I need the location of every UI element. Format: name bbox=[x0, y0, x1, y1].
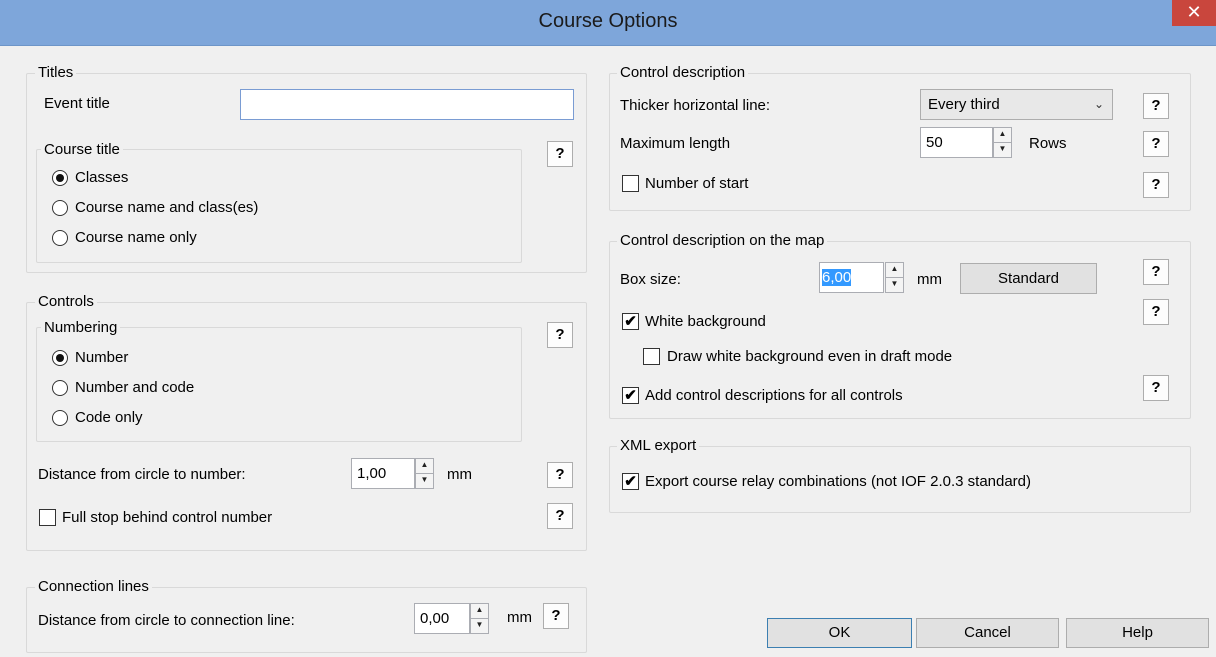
white-background-checkbox[interactable]: ✔ bbox=[622, 313, 639, 330]
course-title-name-and-classes-radio[interactable] bbox=[52, 200, 68, 216]
box-size-help-button[interactable]: ? bbox=[1143, 259, 1169, 285]
event-title-label: Event title bbox=[44, 95, 110, 112]
connection-distance-unit: mm bbox=[507, 609, 532, 626]
connection-distance-spinner[interactable]: ▲ ▼ bbox=[470, 603, 489, 634]
all-controls-checkbox[interactable]: ✔ bbox=[622, 387, 639, 404]
relay-combinations-label[interactable]: Export course relay combinations (not IO… bbox=[645, 473, 1031, 490]
number-of-start-checkbox[interactable] bbox=[622, 175, 639, 192]
distance-to-number-input[interactable]: 1,00 bbox=[351, 458, 415, 489]
full-stop-checkbox[interactable] bbox=[39, 509, 56, 526]
window-title: Course Options bbox=[538, 10, 678, 32]
xml-export-legend: XML export bbox=[617, 437, 700, 454]
max-length-spinner[interactable]: ▲ ▼ bbox=[993, 127, 1012, 158]
all-controls-label[interactable]: Add control descriptions for all control… bbox=[645, 387, 903, 404]
spin-up-icon[interactable]: ▲ bbox=[471, 604, 488, 619]
max-length-label: Maximum length bbox=[620, 135, 731, 152]
thicker-line-help-button[interactable]: ? bbox=[1143, 93, 1169, 119]
numbering-number-and-code-radio[interactable] bbox=[52, 380, 68, 396]
thicker-line-select[interactable]: Every third ⌄ bbox=[920, 89, 1113, 120]
control-description-legend: Control description bbox=[617, 64, 749, 81]
course-title-name-only-radio[interactable] bbox=[52, 230, 68, 246]
distance-to-number-label: Distance from circle to number: bbox=[38, 466, 246, 483]
controls-legend: Controls bbox=[35, 293, 97, 310]
ok-button[interactable]: OK bbox=[767, 618, 912, 648]
course-title-classes-radio[interactable] bbox=[52, 170, 68, 186]
full-stop-label[interactable]: Full stop behind control number bbox=[62, 509, 272, 526]
spin-up-icon[interactable]: ▲ bbox=[416, 459, 433, 474]
thicker-line-value: Every third bbox=[928, 96, 1000, 113]
number-of-start-help-button[interactable]: ? bbox=[1143, 172, 1169, 198]
draft-mode-label[interactable]: Draw white background even in draft mode bbox=[667, 348, 952, 365]
connection-distance-label: Distance from circle to connection line: bbox=[38, 612, 295, 629]
box-size-spinner[interactable]: ▲ ▼ bbox=[885, 262, 904, 293]
white-background-help-button[interactable]: ? bbox=[1143, 299, 1169, 325]
numbering-number-label[interactable]: Number bbox=[75, 349, 128, 366]
distance-to-number-spinner[interactable]: ▲ ▼ bbox=[415, 458, 434, 489]
box-size-label: Box size: bbox=[620, 271, 681, 288]
help-button[interactable]: Help bbox=[1066, 618, 1209, 648]
spin-down-icon[interactable]: ▼ bbox=[416, 474, 433, 489]
course-title-help-button[interactable]: ? bbox=[547, 141, 573, 167]
course-title-name-and-classes-label[interactable]: Course name and class(es) bbox=[75, 199, 258, 216]
description-on-map-legend: Control description on the map bbox=[617, 232, 828, 249]
box-size-input[interactable]: 6,00 bbox=[819, 262, 884, 293]
white-background-label[interactable]: White background bbox=[645, 313, 766, 330]
course-title-name-only-label[interactable]: Course name only bbox=[75, 229, 197, 246]
connection-distance-input[interactable]: 0,00 bbox=[414, 603, 470, 634]
full-stop-help-button[interactable]: ? bbox=[547, 503, 573, 529]
box-size-unit: mm bbox=[917, 271, 942, 288]
title-bar: Course Options ✕ bbox=[0, 0, 1216, 46]
connection-lines-legend: Connection lines bbox=[35, 578, 152, 595]
spin-down-icon[interactable]: ▼ bbox=[471, 619, 488, 634]
draft-mode-checkbox[interactable] bbox=[643, 348, 660, 365]
max-length-input[interactable]: 50 bbox=[920, 127, 993, 158]
course-title-classes-label[interactable]: Classes bbox=[75, 169, 128, 186]
numbering-number-radio[interactable] bbox=[52, 350, 68, 366]
distance-to-number-unit: mm bbox=[447, 466, 472, 483]
chevron-down-icon: ⌄ bbox=[1093, 97, 1104, 111]
thicker-line-label: Thicker horizontal line: bbox=[620, 97, 771, 114]
titles-legend: Titles bbox=[35, 64, 77, 81]
box-size-value: 6,00 bbox=[822, 269, 852, 286]
numbering-help-button[interactable]: ? bbox=[547, 322, 573, 348]
spin-up-icon[interactable]: ▲ bbox=[886, 263, 903, 278]
spin-up-icon[interactable]: ▲ bbox=[994, 128, 1011, 143]
event-title-input[interactable] bbox=[240, 89, 574, 120]
relay-combinations-checkbox[interactable]: ✔ bbox=[622, 473, 639, 490]
numbering-legend: Numbering bbox=[41, 319, 121, 336]
numbering-code-only-radio[interactable] bbox=[52, 410, 68, 426]
number-of-start-label[interactable]: Number of start bbox=[645, 175, 748, 192]
close-button[interactable]: ✕ bbox=[1172, 0, 1216, 26]
connection-distance-help-button[interactable]: ? bbox=[543, 603, 569, 629]
course-title-legend: Course title bbox=[41, 141, 123, 158]
standard-button[interactable]: Standard bbox=[960, 263, 1097, 294]
numbering-number-and-code-label[interactable]: Number and code bbox=[75, 379, 194, 396]
spin-down-icon[interactable]: ▼ bbox=[886, 278, 903, 293]
max-length-help-button[interactable]: ? bbox=[1143, 131, 1169, 157]
max-length-unit: Rows bbox=[1029, 135, 1067, 152]
distance-to-number-help-button[interactable]: ? bbox=[547, 462, 573, 488]
numbering-code-only-label[interactable]: Code only bbox=[75, 409, 143, 426]
cancel-button[interactable]: Cancel bbox=[916, 618, 1059, 648]
spin-down-icon[interactable]: ▼ bbox=[994, 143, 1011, 158]
all-controls-help-button[interactable]: ? bbox=[1143, 375, 1169, 401]
